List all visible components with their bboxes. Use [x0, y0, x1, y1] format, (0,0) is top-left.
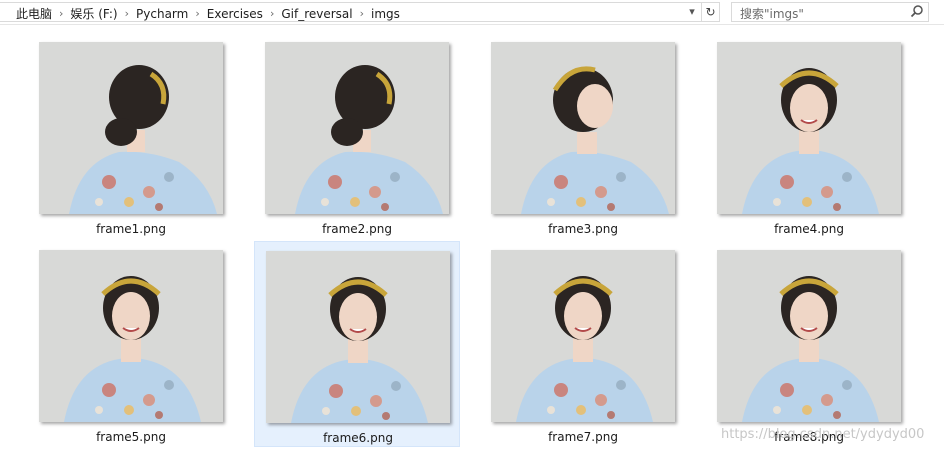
- portrait-thumbnail: [521, 66, 669, 214]
- breadcrumb: 此电脑 › 娱乐 (F:) › Pycharm › Exercises › Gif_revers…: [12, 5, 404, 22]
- search-icon[interactable]: [910, 4, 924, 20]
- file-name: frame7.png: [548, 430, 618, 444]
- portrait-thumbnail: [742, 68, 879, 214]
- chevron-down-icon[interactable]: ▾: [684, 4, 700, 20]
- thumbnail-image: [491, 42, 675, 214]
- breadcrumb-separator-icon[interactable]: ›: [192, 7, 202, 20]
- portrait-thumbnail: [69, 65, 217, 214]
- file-name: frame3.png: [548, 222, 618, 236]
- search-placeholder: 搜索"imgs": [740, 7, 804, 21]
- file-item[interactable]: frame1.png: [28, 33, 234, 239]
- thumbnail-image: [39, 250, 223, 422]
- breadcrumb-item[interactable]: Exercises: [203, 7, 267, 21]
- breadcrumb-separator-icon[interactable]: ›: [122, 7, 132, 20]
- portrait-thumbnail: [742, 276, 879, 422]
- file-name: frame4.png: [774, 222, 844, 236]
- breadcrumb-item[interactable]: imgs: [367, 7, 404, 21]
- portrait-thumbnail: [295, 65, 443, 214]
- thumbnail-image: [265, 42, 449, 214]
- breadcrumb-item[interactable]: 娱乐 (F:): [66, 5, 121, 22]
- breadcrumb-item[interactable]: 此电脑: [12, 5, 56, 22]
- breadcrumb-separator-icon[interactable]: ›: [357, 7, 367, 20]
- thumbnail-image: [266, 251, 450, 423]
- search-input[interactable]: 搜索"imgs": [731, 2, 929, 22]
- file-item[interactable]: frame6.png: [254, 241, 460, 447]
- file-name: frame1.png: [96, 222, 166, 236]
- file-name: frame5.png: [96, 430, 166, 444]
- file-name: frame2.png: [322, 222, 392, 236]
- file-item[interactable]: frame8.png: [706, 241, 912, 447]
- file-name: frame6.png: [323, 431, 393, 445]
- thumbnail-image: [491, 250, 675, 422]
- breadcrumb-separator-icon[interactable]: ›: [56, 7, 66, 20]
- breadcrumb-separator-icon[interactable]: ›: [267, 7, 277, 20]
- address-bar: 此电脑 › 娱乐 (F:) › Pycharm › Exercises › Gif_revers…: [0, 0, 944, 25]
- refresh-icon[interactable]: ↻: [702, 2, 720, 22]
- path-box[interactable]: 此电脑 › 娱乐 (F:) › Pycharm › Exercises › Gif_revers…: [0, 2, 702, 22]
- file-item[interactable]: frame4.png: [706, 33, 912, 239]
- watermark: https://blog.csdn.net/ydydyd00: [721, 427, 925, 442]
- file-item[interactable]: frame2.png: [254, 33, 460, 239]
- portrait-thumbnail: [516, 276, 653, 422]
- thumbnail-image: [39, 42, 223, 214]
- file-grid: frame1.png frame2.png frame3.png frame4.png…: [0, 25, 944, 453]
- thumbnail-image: [717, 250, 901, 422]
- file-item[interactable]: frame3.png: [480, 33, 686, 239]
- portrait-thumbnail: [291, 277, 428, 423]
- breadcrumb-item[interactable]: Gif_reversal: [277, 7, 356, 21]
- thumbnail-image: [717, 42, 901, 214]
- breadcrumb-item[interactable]: Pycharm: [132, 7, 192, 21]
- file-item[interactable]: frame7.png: [480, 241, 686, 447]
- portrait-thumbnail: [64, 276, 201, 422]
- file-item[interactable]: frame5.png: [28, 241, 234, 447]
